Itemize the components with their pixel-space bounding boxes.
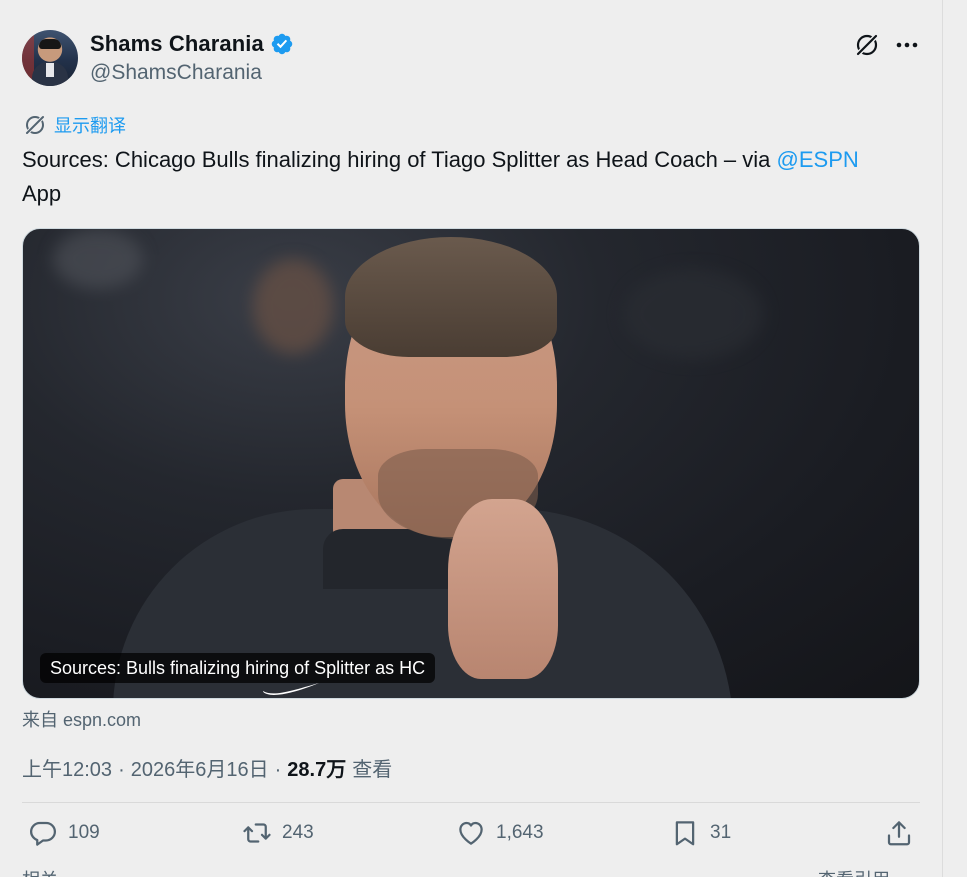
tweet-time[interactable]: 上午12:03 <box>22 753 112 782</box>
tweet-text-tail: App <box>22 181 62 206</box>
views-count: 28.7万 <box>287 759 347 781</box>
display-name[interactable]: Shams Charania <box>90 31 264 57</box>
like-button[interactable]: 1,643 <box>456 818 544 848</box>
retweet-icon <box>243 823 271 843</box>
heart-icon <box>459 821 483 845</box>
background-light <box>623 269 763 359</box>
share-button[interactable] <box>884 818 914 848</box>
avatar-hair <box>39 39 61 49</box>
tweet-meta: 上午12:03 · 2026年6月16日 · 28.7万 查看 <box>22 753 392 782</box>
view-quotes-partial[interactable]: 查看引用 › <box>818 866 901 877</box>
verified-badge-icon[interactable] <box>270 32 294 56</box>
avatar-shirt <box>46 63 54 77</box>
background-light <box>253 259 333 354</box>
actions-divider <box>22 802 920 803</box>
retweet-button[interactable]: 243 <box>242 818 314 848</box>
bookmark-icon <box>675 821 695 846</box>
more-icon[interactable] <box>894 32 920 58</box>
grok-icon[interactable] <box>854 32 880 58</box>
share-icon <box>887 821 911 846</box>
link-card-image[interactable]: Sources: Bulls finalizing hiring of Spli… <box>22 228 920 699</box>
swoosh-logo-icon <box>263 683 319 695</box>
name-row: Shams Charania <box>90 31 294 57</box>
mention-link[interactable]: @ESPN <box>777 147 859 172</box>
action-bar: 109 243 1,643 31 <box>22 818 920 858</box>
reply-icon <box>30 821 56 846</box>
like-count: 1,643 <box>496 822 544 843</box>
retweet-count: 243 <box>282 822 314 843</box>
translate-icon <box>24 114 46 136</box>
photo-hair <box>345 237 557 357</box>
tweet-text: Sources: Chicago Bulls finalizing hiring… <box>22 143 902 211</box>
background-light <box>53 229 143 289</box>
tweet-date[interactable]: 2026年6月16日 <box>131 753 269 782</box>
photo-hand <box>448 499 558 679</box>
tweet-detail: Shams Charania @ShamsCharania 显示翻译 Sourc… <box>0 0 942 877</box>
show-translation-label: 显示翻译 <box>54 116 126 136</box>
reply-count: 109 <box>68 822 100 843</box>
handle[interactable]: @ShamsCharania <box>90 61 262 85</box>
show-translation-button[interactable]: 显示翻译 <box>24 112 126 138</box>
meta-separator: · <box>274 759 282 781</box>
reply-button[interactable]: 109 <box>28 818 100 848</box>
bookmark-button[interactable]: 31 <box>670 818 731 848</box>
avatar[interactable] <box>22 30 78 86</box>
related-tab-partial[interactable]: 相关 <box>22 866 58 877</box>
tweet-header: Shams Charania @ShamsCharania <box>22 28 922 88</box>
link-source[interactable]: 来自 espn.com <box>22 706 141 732</box>
link-card-caption: Sources: Bulls finalizing hiring of Spli… <box>40 653 436 683</box>
right-edge-divider <box>942 0 943 877</box>
tweet-text-body: Sources: Chicago Bulls finalizing hiring… <box>22 147 777 172</box>
views-label: 查看 <box>352 759 393 781</box>
meta-separator: · <box>118 759 125 781</box>
bookmark-count: 31 <box>710 822 732 843</box>
